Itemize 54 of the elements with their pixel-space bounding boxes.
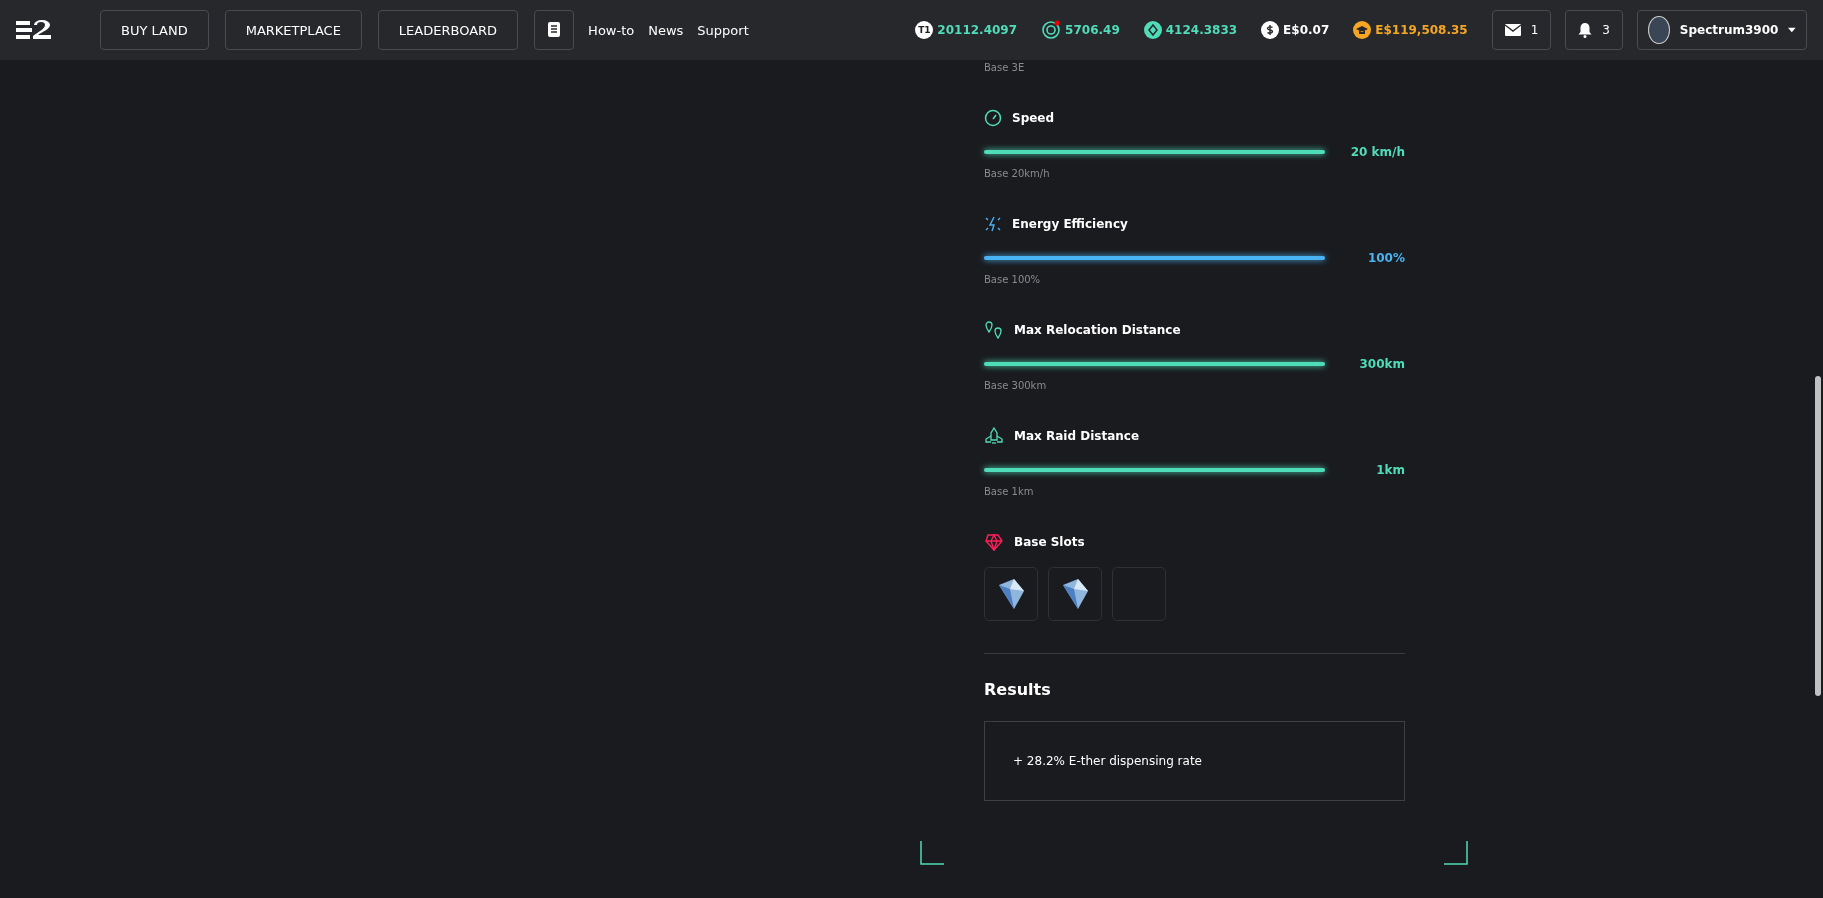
- balance-amount: E$119,508.35: [1375, 23, 1468, 37]
- lightning-icon: [984, 215, 1002, 233]
- stat-title: Max Raid Distance: [1014, 429, 1140, 443]
- crystal-icon: [996, 577, 1026, 611]
- envelope-icon: [1504, 24, 1521, 36]
- stat-title: Energy Efficiency: [1012, 217, 1128, 231]
- result-text: + 28.2% E-ther dispensing rate: [1013, 754, 1202, 768]
- stat-value: 300km: [1359, 357, 1405, 371]
- scrollbar-thumb[interactable]: [1815, 376, 1821, 696]
- diamond-coin-icon: [1143, 21, 1162, 39]
- base-note: Base 20km/h: [984, 168, 1051, 179]
- balance-amount: E$0.07: [1283, 23, 1330, 37]
- nav-link[interactable]: News: [648, 22, 684, 38]
- dollar-coin-icon: [1261, 21, 1280, 39]
- speedometer-icon: [984, 109, 1002, 127]
- stat-title: Speed: [1012, 111, 1055, 125]
- corner-bracket-icon: [1444, 841, 1468, 865]
- base-note: Base 3E: [984, 62, 1026, 73]
- section-title: Base Slots: [1014, 535, 1085, 549]
- avatar: [1648, 16, 1670, 44]
- location-pins-icon: [984, 321, 1004, 339]
- document-icon: [547, 22, 562, 38]
- tier-icon: T1: [915, 21, 934, 39]
- nav-button[interactable]: BUY LAND: [100, 10, 209, 50]
- stat-value: 20 km/h: [1350, 145, 1405, 159]
- graduation-cap-coin-icon: [1353, 21, 1372, 39]
- notifications-button[interactable]: 3: [1565, 10, 1623, 50]
- balance-amount: 20112.4097: [937, 23, 1018, 37]
- caret-icon: [1788, 27, 1796, 33]
- corner-bracket-icon: [920, 841, 944, 865]
- logo-icon[interactable]: [16, 19, 54, 41]
- spaceship-icon: [984, 427, 1004, 445]
- gem-icon: [984, 533, 1004, 551]
- nav-button[interactable]: MARKETPLACE: [224, 10, 362, 50]
- stat-title: Max Relocation Distance: [1014, 323, 1181, 337]
- balance-amount: 4124.3833: [1165, 23, 1238, 37]
- crystal-icon: [1060, 577, 1090, 611]
- document-button[interactable]: [534, 10, 575, 50]
- user-menu-button[interactable]: Spectrum3900: [1637, 10, 1807, 50]
- filled-slot[interactable]: [1048, 567, 1102, 621]
- mail-button[interactable]: 1: [1491, 10, 1552, 50]
- stat-value: 1km: [1376, 463, 1405, 477]
- nav-link[interactable]: Support: [697, 22, 749, 38]
- filled-slot[interactable]: [984, 567, 1038, 621]
- nav-button[interactable]: LEADERBOARD: [377, 10, 519, 50]
- balance-amount: 5706.49: [1065, 23, 1120, 37]
- target-icon: [1041, 20, 1062, 40]
- base-note: Base 100%: [984, 274, 1042, 285]
- bell-icon: [1578, 22, 1593, 38]
- results-title: Results: [984, 680, 1052, 699]
- nav-link[interactable]: How-to: [588, 22, 635, 38]
- stat-value: 100%: [1367, 251, 1405, 265]
- base-note: Base 300km: [984, 380, 1048, 391]
- base-note: Base 1km: [984, 486, 1035, 497]
